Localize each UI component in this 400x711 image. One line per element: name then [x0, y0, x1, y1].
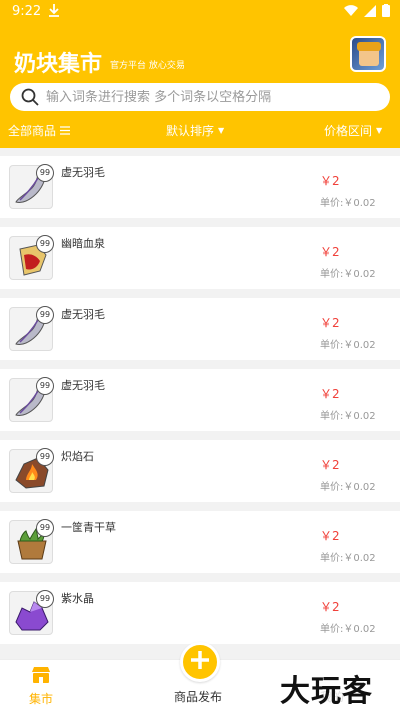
item-unit-price: 单价:￥0.02 — [320, 198, 376, 209]
item-price: ￥2 — [320, 600, 340, 614]
wifi-icon — [344, 4, 358, 16]
download-icon — [48, 2, 60, 22]
item-name: 幽暗血泉 — [61, 237, 105, 250]
battery-icon — [382, 4, 390, 17]
search-input[interactable] — [46, 89, 376, 105]
search-bar[interactable] — [10, 83, 390, 111]
list-item[interactable]: 99 虚无羽毛 ￥2 单价:￥0.02 — [0, 298, 400, 360]
item-unit-price: 单价:￥0.02 — [320, 624, 376, 635]
bottom-nav: 集市 商品发布 我的 大玩客 — [0, 642, 400, 711]
plus-icon — [188, 648, 212, 676]
list-item[interactable]: 99 一筐青干草 ￥2 单价:￥0.02 — [0, 511, 400, 573]
tab-publish-label: 商品发布 — [174, 690, 223, 704]
app-title: 奶块集市 — [14, 52, 103, 77]
item-price: ￥2 — [320, 174, 340, 188]
list-item[interactable]: 99 炽焰石 ￥2 单价:￥0.02 — [0, 440, 400, 502]
quantity-badge: 99 — [36, 590, 54, 608]
shop-icon — [30, 667, 52, 688]
item-name: 一筐青干草 — [61, 521, 116, 534]
list-item[interactable]: 99 幽暗血泉 ￥2 单价:￥0.02 — [0, 227, 400, 289]
filter-bar: 全部商品 默认排序 ▼ 价格区间 ▼ — [0, 120, 400, 142]
quantity-badge: 99 — [36, 306, 54, 324]
watermark-logo: 大玩客 — [276, 666, 377, 710]
item-price: ￥2 — [320, 529, 340, 543]
header: 奶块集市 官方平台 放心交易 全部商品 默认排序 ▼ 价格区间 ▼ — [0, 24, 400, 148]
status-time: 9:22 — [12, 4, 42, 19]
filter-all-label: 全部商品 — [8, 124, 57, 138]
item-name: 紫水晶 — [61, 592, 94, 605]
item-unit-price: 单价:￥0.02 — [320, 340, 376, 351]
item-unit-price: 单价:￥0.02 — [320, 269, 376, 280]
tab-market[interactable]: 集市 — [28, 666, 54, 707]
quantity-badge: 99 — [36, 448, 54, 466]
quantity-badge: 99 — [36, 164, 54, 182]
avatar[interactable] — [350, 36, 386, 72]
tab-market-label: 集市 — [28, 692, 53, 706]
caret-down-icon: ▼ — [218, 126, 225, 135]
signal-icon — [364, 4, 376, 17]
list-item[interactable]: 99 虚无羽毛 ￥2 单价:￥0.02 — [0, 156, 400, 218]
item-name: 虚无羽毛 — [61, 166, 105, 179]
quantity-badge: 99 — [36, 377, 54, 395]
item-price: ￥2 — [320, 245, 340, 259]
filter-sort-label: 默认排序 — [166, 124, 215, 138]
item-name: 炽焰石 — [61, 450, 94, 463]
item-unit-price: 单价:￥0.02 — [320, 411, 376, 422]
filter-price-label: 价格区间 — [324, 124, 373, 138]
menu-icon — [60, 124, 71, 138]
quantity-badge: 99 — [36, 235, 54, 253]
filter-price-range[interactable]: 价格区间 ▼ — [324, 122, 382, 139]
item-price: ￥2 — [320, 458, 340, 472]
list-item[interactable]: 99 虚无羽毛 ￥2 单价:￥0.02 — [0, 369, 400, 431]
publish-button[interactable] — [180, 642, 220, 682]
item-price: ￥2 — [320, 387, 340, 401]
item-name: 虚无羽毛 — [61, 308, 105, 321]
caret-down-icon: ▼ — [376, 126, 383, 135]
status-bar: 9:22 — [0, 0, 400, 24]
filter-sort[interactable]: 默认排序 ▼ — [166, 122, 224, 139]
app-subtitle: 官方平台 放心交易 — [110, 61, 185, 71]
item-unit-price: 单价:￥0.02 — [320, 553, 376, 564]
item-unit-price: 单价:￥0.02 — [320, 482, 376, 493]
search-icon — [20, 87, 40, 107]
filter-all-products[interactable]: 全部商品 — [8, 122, 71, 139]
item-price: ￥2 — [320, 316, 340, 330]
list-item[interactable]: 99 紫水晶 ￥2 单价:￥0.02 — [0, 582, 400, 644]
item-name: 虚无羽毛 — [61, 379, 105, 392]
system-icons — [344, 4, 390, 17]
quantity-badge: 99 — [36, 519, 54, 537]
